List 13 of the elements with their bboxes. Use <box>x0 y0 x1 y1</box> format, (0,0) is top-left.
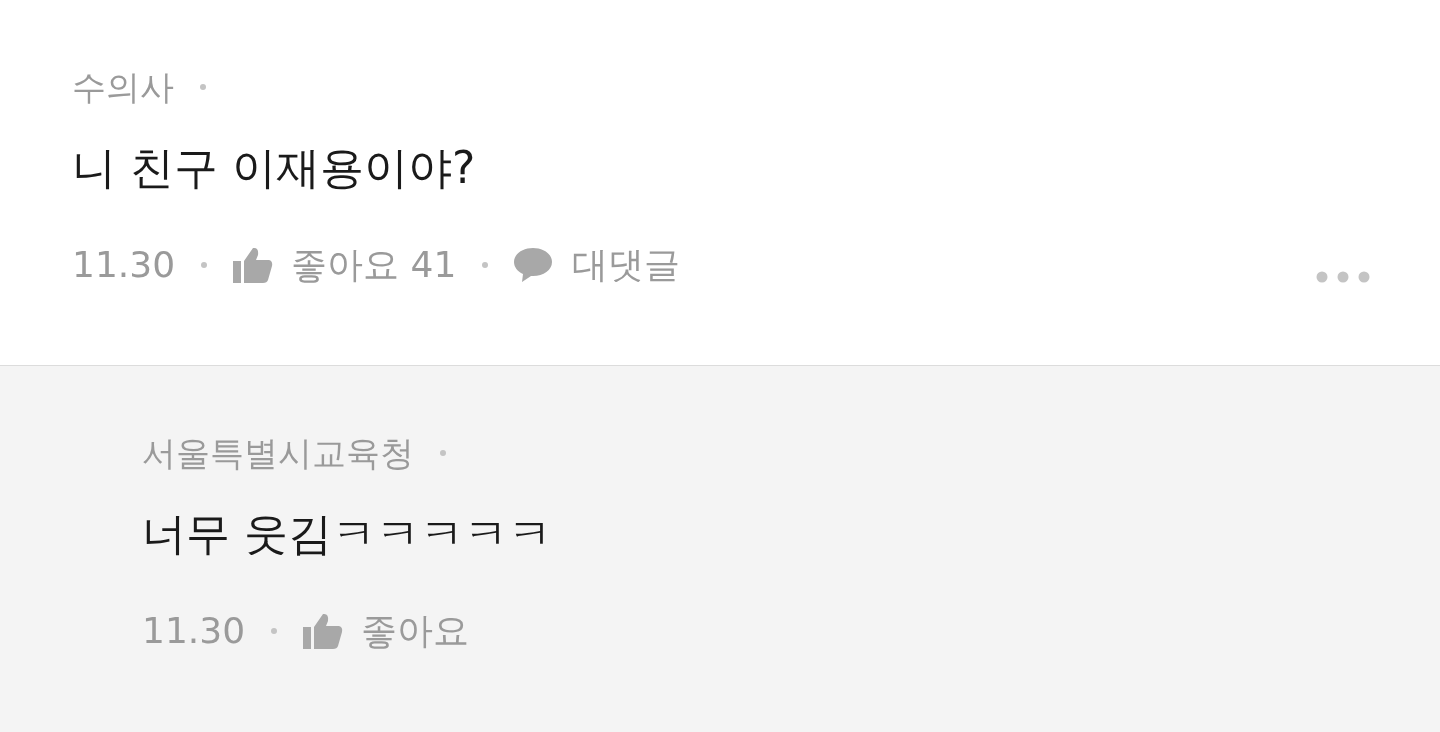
comment-text: 니 친구 이재용이야? <box>72 141 476 195</box>
comment-text: 너무 웃김ㅋㅋㅋㅋㅋ <box>142 507 552 561</box>
like-button[interactable]: 좋아요 41 <box>233 238 457 292</box>
like-button[interactable]: 좋아요 <box>303 604 470 658</box>
author-name: 수의사 <box>72 65 174 109</box>
author-name: 서울특별시교육청 <box>142 431 414 475</box>
speech-bubble-icon <box>514 248 553 282</box>
comment-date: 11.30 <box>72 243 176 287</box>
comment-date: 11.30 <box>142 609 246 653</box>
reply-button[interactable]: 대댓글 <box>514 238 681 292</box>
thumbs-up-icon <box>233 247 274 283</box>
more-icon[interactable] <box>1316 271 1370 283</box>
thumbs-up-icon <box>303 613 344 649</box>
